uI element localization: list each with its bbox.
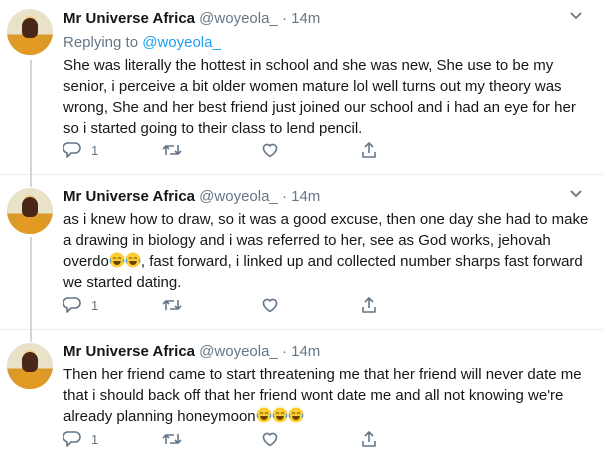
avatar[interactable] <box>7 188 53 234</box>
share-icon <box>362 297 376 313</box>
thread-line <box>30 237 32 330</box>
tweet-text: She was literally the hottest in school … <box>63 57 576 137</box>
tweet-actions: 1 <box>63 296 393 316</box>
reply-icon <box>63 431 81 447</box>
timestamp[interactable]: 14m <box>291 10 320 27</box>
reply-count: 1 <box>91 297 99 313</box>
tweet-header: Mr Universe Africa @woyeola_ · 14m <box>63 10 320 27</box>
tweet-text-part-1: Then her friend came to start threatenin… <box>63 366 582 425</box>
tweet-actions: 1 <box>63 141 393 161</box>
tweet-header: Mr Universe Africa @woyeola_ · 14m <box>63 188 320 205</box>
thread-line <box>30 330 32 342</box>
replying-handle-link[interactable]: @woyeola_ <box>142 34 221 51</box>
tweet-text: Then her friend came to start threatenin… <box>63 364 593 427</box>
face-with-tears-of-joy-icon <box>288 407 304 423</box>
heart-icon <box>262 298 278 313</box>
face-with-tears-of-joy-icon <box>272 407 288 423</box>
retweet-icon <box>162 145 182 155</box>
replying-label: Replying to <box>63 34 139 51</box>
retweet-button[interactable] <box>162 296 182 314</box>
author-handle[interactable]: @woyeola_ <box>199 10 278 27</box>
chevron-down-icon[interactable] <box>569 11 583 21</box>
author-handle[interactable]: @woyeola_ <box>199 343 278 360</box>
like-button[interactable] <box>261 296 279 314</box>
author-name[interactable]: Mr Universe Africa <box>63 188 195 205</box>
share-icon <box>362 142 376 158</box>
reply-button[interactable]: 1 <box>63 296 98 314</box>
face-with-tears-of-joy-icon <box>256 407 272 423</box>
reply-count: 1 <box>91 142 99 158</box>
tweet-text: as i knew how to draw, so it was a good … <box>63 209 593 293</box>
like-button[interactable] <box>261 141 279 159</box>
author-handle[interactable]: @woyeola_ <box>199 188 278 205</box>
timestamp[interactable]: 14m <box>291 188 320 205</box>
thread-line <box>30 60 32 175</box>
separator-dot: · <box>281 188 287 205</box>
reply-count: 1 <box>91 431 99 447</box>
separator-dot: · <box>281 10 287 27</box>
face-with-tears-of-joy-icon <box>109 252 125 268</box>
retweet-button[interactable] <box>162 430 182 448</box>
tweet-text-part-2: , fast forward, i linked up and collecte… <box>63 253 583 291</box>
timestamp[interactable]: 14m <box>291 343 320 360</box>
share-button[interactable] <box>360 430 378 448</box>
share-icon <box>362 431 376 447</box>
heart-icon <box>262 143 278 158</box>
share-button[interactable] <box>360 296 378 314</box>
tweet-3[interactable]: Mr Universe Africa @woyeola_ · 14m Then … <box>0 330 603 471</box>
tweet-2[interactable]: Mr Universe Africa @woyeola_ · 14m as i … <box>0 175 603 330</box>
reply-button[interactable]: 1 <box>63 430 98 448</box>
reply-icon <box>63 297 81 313</box>
retweet-icon <box>162 434 182 444</box>
thread-line <box>30 175 32 187</box>
tweet-1[interactable]: Mr Universe Africa @woyeola_ · 14m Reply… <box>0 0 603 175</box>
author-name[interactable]: Mr Universe Africa <box>63 10 195 27</box>
separator-dot: · <box>281 343 287 360</box>
share-button[interactable] <box>360 141 378 159</box>
like-button[interactable] <box>261 430 279 448</box>
replying-to: Replying to @woyeola_ <box>63 34 221 51</box>
heart-icon <box>262 432 278 447</box>
face-with-tears-of-joy-icon <box>125 252 141 268</box>
avatar[interactable] <box>7 9 53 55</box>
reply-button[interactable]: 1 <box>63 141 98 159</box>
author-name[interactable]: Mr Universe Africa <box>63 343 195 360</box>
tweet-actions: 1 <box>63 430 393 450</box>
tweet-header: Mr Universe Africa @woyeola_ · 14m <box>63 343 320 360</box>
chevron-down-icon[interactable] <box>569 189 583 199</box>
retweet-icon <box>162 300 182 310</box>
reply-icon <box>63 142 81 158</box>
retweet-button[interactable] <box>162 141 182 159</box>
avatar[interactable] <box>7 343 53 389</box>
